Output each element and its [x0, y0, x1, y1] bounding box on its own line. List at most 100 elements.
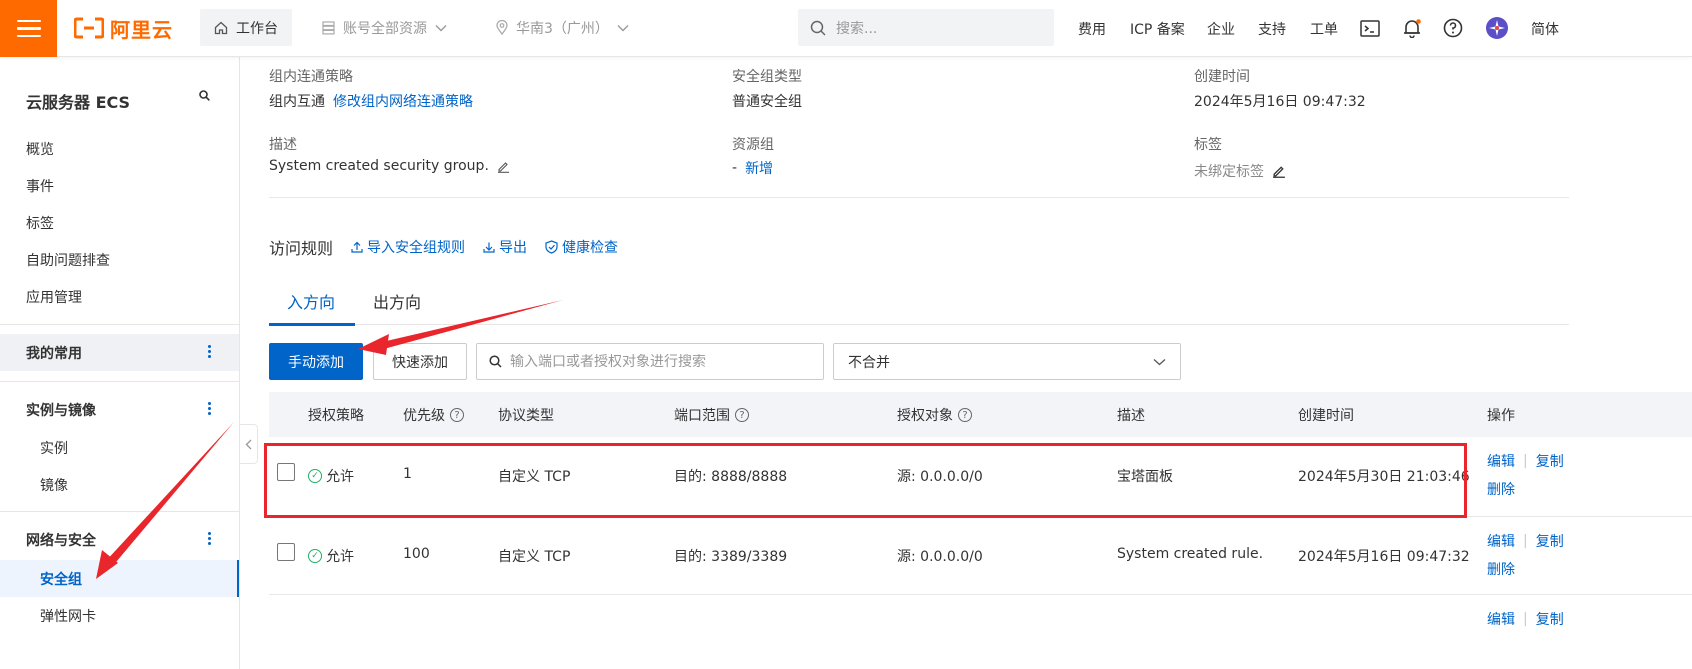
- avatar-icon[interactable]: [1486, 17, 1508, 39]
- col-priority: 优先级 ?: [403, 405, 464, 425]
- nav-billing[interactable]: 费用: [1078, 19, 1106, 39]
- edit-rule-link[interactable]: 编辑: [1487, 609, 1515, 629]
- import-rules-link[interactable]: 导入安全组规则: [351, 237, 465, 257]
- export-link[interactable]: 导出: [483, 237, 527, 257]
- rules-title: 访问规则: [269, 239, 334, 258]
- nav-enterprise[interactable]: 企业: [1207, 19, 1235, 39]
- resource-group-label: 资源组: [732, 137, 774, 153]
- copy-rule-link[interactable]: 复制: [1536, 451, 1564, 471]
- sidebar-divider: [0, 511, 239, 512]
- nav-ticket[interactable]: 工单: [1310, 19, 1338, 39]
- sidebar-item-images[interactable]: 镜像: [40, 475, 68, 495]
- sidebar-group-network[interactable]: 网络与安全: [0, 521, 239, 558]
- row-checkbox[interactable]: [277, 463, 295, 481]
- brand-name: 阿里云: [110, 17, 173, 42]
- row-description: System created rule.: [1117, 546, 1264, 562]
- import-rules-label: 导入安全组规则: [367, 240, 466, 256]
- health-check-link[interactable]: 健康检查: [545, 237, 618, 257]
- manual-add-button[interactable]: 手动添加: [269, 343, 363, 380]
- rule-search-input[interactable]: [510, 353, 810, 370]
- edit-icon[interactable]: [1272, 164, 1286, 178]
- region-select[interactable]: 华南3（广州）: [482, 9, 643, 46]
- merge-select[interactable]: 不合并: [833, 343, 1181, 380]
- sidebar-item-overview[interactable]: 概览: [26, 139, 54, 159]
- sidebar-item-events[interactable]: 事件: [26, 176, 54, 196]
- row-port: 目的: 8888/8888: [674, 469, 788, 485]
- resource-scope-select[interactable]: 账号全部资源: [308, 9, 461, 46]
- aliyun-logo-icon: [74, 17, 104, 39]
- col-actions: 操作: [1487, 408, 1515, 424]
- rule-search-field[interactable]: [476, 343, 824, 380]
- sidebar-item-tags[interactable]: 标签: [26, 213, 54, 233]
- menu-icon[interactable]: [0, 0, 57, 57]
- edit-icon[interactable]: [497, 160, 510, 173]
- sidebar-search-icon[interactable]: [199, 89, 210, 105]
- more-vertical-icon[interactable]: [208, 402, 211, 415]
- row-policy: ✓ 允许: [308, 466, 354, 486]
- nav-icp[interactable]: ICP 备案: [1130, 19, 1185, 39]
- health-check-label: 健康检查: [562, 240, 619, 256]
- sg-type-label: 安全组类型: [732, 69, 802, 85]
- row-created: 2024年5月16日 09:47:32: [1298, 549, 1470, 565]
- sidebar-divider: [0, 381, 239, 382]
- export-label: 导出: [499, 240, 528, 256]
- sg-type-value: 普通安全组: [732, 94, 802, 110]
- sidebar-collapse-handle[interactable]: [240, 424, 258, 464]
- col-protocol: 协议类型: [498, 408, 554, 424]
- action-separator: |: [1523, 453, 1528, 469]
- question-icon[interactable]: ?: [735, 408, 749, 422]
- sidebar-item-security-group[interactable]: 安全组: [0, 560, 239, 597]
- conn-policy-value: 组内互通 修改组内网络连通策略: [269, 91, 473, 111]
- sidebar-group-network-label: 网络与安全: [26, 532, 96, 549]
- direction-tabs: 入方向 出方向: [269, 281, 1569, 326]
- row-checkbox[interactable]: [277, 543, 295, 561]
- row-source: 源: 0.0.0.0/0: [897, 469, 983, 485]
- question-icon[interactable]: ?: [450, 408, 464, 422]
- col-source: 授权对象 ?: [897, 405, 972, 425]
- rules-toolbar: 访问规则 导入安全组规则 导出 健康检查: [269, 235, 618, 259]
- more-vertical-icon[interactable]: [208, 532, 211, 545]
- more-vertical-icon[interactable]: [208, 345, 211, 358]
- question-icon[interactable]: ?: [958, 408, 972, 422]
- copy-rule-link[interactable]: 复制: [1536, 531, 1564, 551]
- created-time-label: 创建时间: [1194, 69, 1250, 85]
- nav-support[interactable]: 支持: [1258, 19, 1286, 39]
- sidebar-group-instances[interactable]: 实例与镜像: [0, 391, 239, 428]
- global-search-placeholder: 搜索...: [836, 20, 878, 37]
- quick-add-button[interactable]: 快速添加: [373, 343, 467, 380]
- home-icon: [214, 21, 228, 34]
- sidebar-item-eni[interactable]: 弹性网卡: [40, 606, 96, 626]
- description-text: System created security group.: [269, 158, 489, 174]
- tags-text: 未绑定标签: [1194, 164, 1264, 180]
- row-source: 源: 0.0.0.0/0: [897, 549, 983, 565]
- tab-outbound[interactable]: 出方向: [373, 289, 421, 313]
- workbench-button[interactable]: 工作台: [200, 9, 292, 46]
- language-switch[interactable]: 简体: [1531, 19, 1559, 39]
- copy-rule-link[interactable]: 复制: [1536, 609, 1564, 629]
- sidebar-item-instances[interactable]: 实例: [40, 438, 68, 458]
- col-source-label: 授权对象: [897, 408, 953, 424]
- delete-rule-link[interactable]: 删除: [1487, 559, 1515, 579]
- created-time-value: 2024年5月16日 09:47:32: [1194, 94, 1366, 110]
- edit-rule-link[interactable]: 编辑: [1487, 531, 1515, 551]
- delete-rule-link[interactable]: 删除: [1487, 479, 1515, 499]
- bell-icon[interactable]: [1401, 17, 1423, 39]
- modify-conn-policy-link[interactable]: 修改组内网络连通策略: [333, 91, 473, 111]
- row-actions-2: 删除: [1487, 559, 1515, 579]
- help-circle-icon[interactable]: [1442, 17, 1464, 39]
- row-policy: ✓ 允许: [308, 546, 354, 566]
- action-separator: |: [1523, 533, 1528, 549]
- row-port: 目的: 3389/3389: [674, 549, 788, 565]
- tab-active-underline: [269, 323, 355, 326]
- download-icon: [483, 242, 495, 253]
- sidebar-item-app-management[interactable]: 应用管理: [26, 287, 82, 307]
- sidebar-group-favorites[interactable]: 我的常用: [0, 334, 239, 371]
- edit-rule-link[interactable]: 编辑: [1487, 451, 1515, 471]
- tab-inbound[interactable]: 入方向: [287, 289, 335, 313]
- add-resource-group-link[interactable]: 新增: [745, 158, 773, 178]
- terminal-icon[interactable]: [1359, 17, 1381, 39]
- brand-logo[interactable]: 阿里云: [74, 15, 173, 42]
- sidebar-item-troubleshoot[interactable]: 自助问题排查: [26, 250, 110, 270]
- global-search-input[interactable]: 搜索...: [798, 9, 1054, 46]
- sidebar-item-security-group-label: 安全组: [40, 572, 82, 588]
